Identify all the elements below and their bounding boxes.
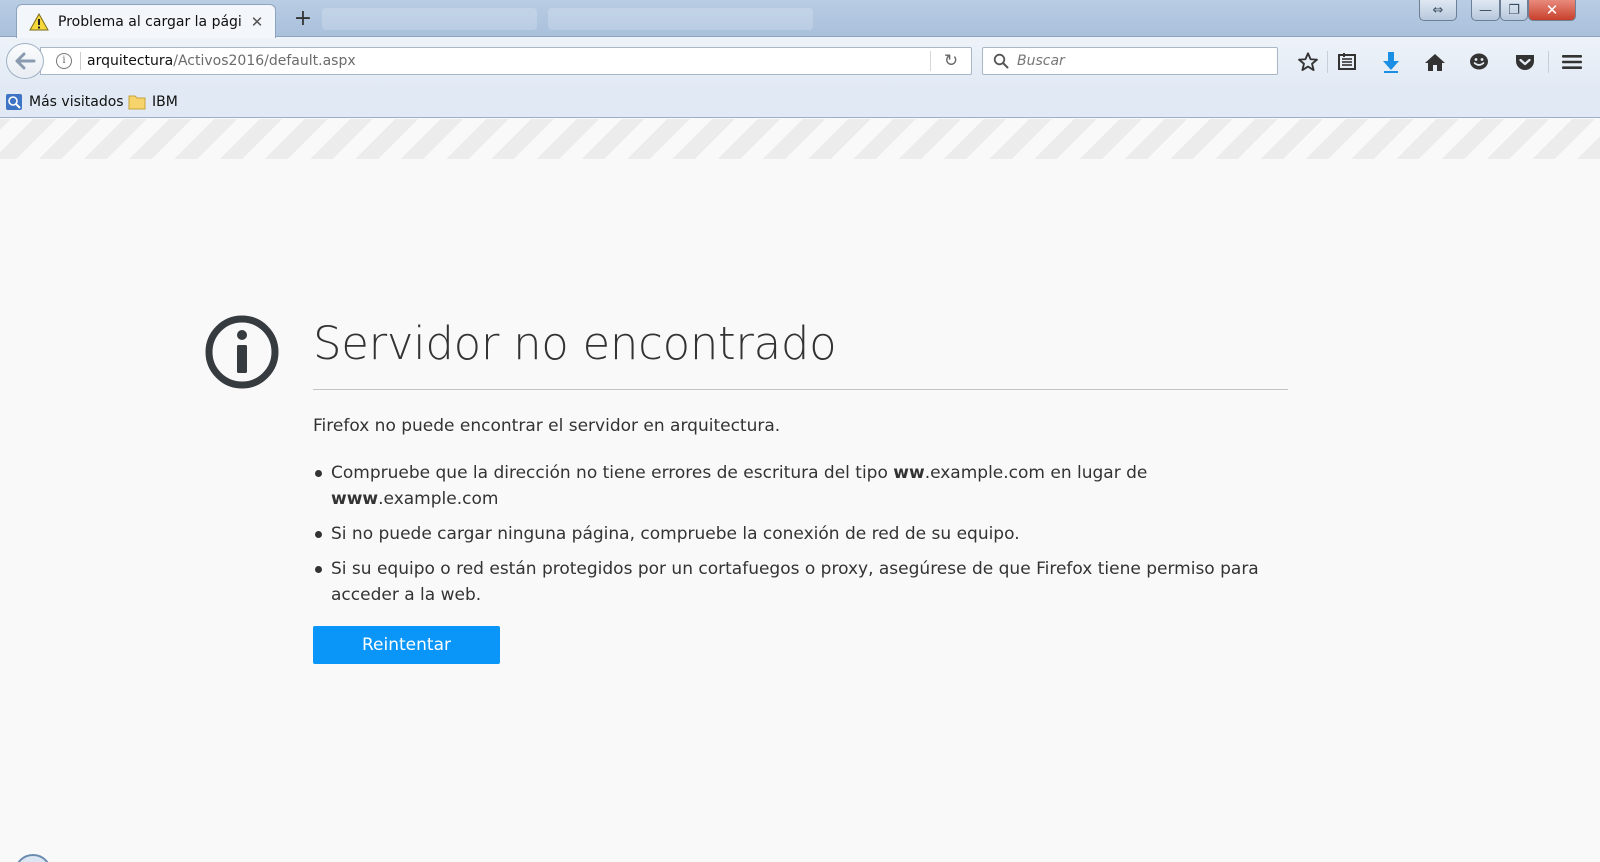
tab-title: Problema al cargar la pági...: [58, 13, 243, 30]
warning-icon: [29, 12, 49, 30]
taskbar-orb[interactable]: [14, 854, 52, 862]
reload-icon[interactable]: ↻: [931, 48, 971, 74]
home-icon: [1425, 54, 1445, 71]
chat-smile-icon: [1470, 53, 1488, 70]
bookmark-label: Más visitados: [29, 94, 124, 110]
close-icon: ✕: [1545, 0, 1559, 19]
resize-icon: ⇔: [1432, 2, 1444, 18]
tab-active[interactable]: Problema al cargar la pági... ✕: [16, 4, 276, 38]
title-bar: Problema al cargar la pági... ✕ + ⇔ — ❐ …: [0, 0, 1600, 38]
close-window-button[interactable]: ✕: [1528, 0, 1576, 21]
toolbar-separator: [1327, 51, 1328, 73]
open-menu-button[interactable]: [1559, 50, 1585, 74]
new-tab-button[interactable]: +: [290, 7, 316, 33]
retry-button[interactable]: Reintentar: [313, 626, 500, 664]
info-circle-icon: [205, 315, 279, 389]
error-description: Firefox no puede encontrar el servidor e…: [313, 416, 781, 436]
error-title: Servidor no encontrado: [313, 317, 837, 370]
site-info-icon[interactable]: i: [56, 53, 72, 69]
download-arrow-icon: [1383, 52, 1399, 73]
search-bar[interactable]: [982, 47, 1278, 75]
url-bar[interactable]: i arquitectura/Activos2016/default.aspx …: [40, 47, 972, 75]
suggestion-item: Si no puede cargar ninguna página, compr…: [313, 521, 1288, 547]
search-icon: [993, 53, 1009, 69]
error-page-stripes: [0, 119, 1600, 159]
bookmark-star-button[interactable]: [1295, 50, 1321, 74]
minimize-button[interactable]: —: [1471, 0, 1500, 21]
url-text[interactable]: arquitectura/Activos2016/default.aspx: [87, 53, 930, 69]
bookmarks-menu-button[interactable]: [1334, 50, 1360, 74]
back-button[interactable]: [6, 43, 44, 79]
pocket-icon: [1516, 55, 1534, 70]
suggestion-list: Compruebe que la dirección no tiene erro…: [313, 460, 1288, 617]
bookmarks-toolbar: Más visitados IBM: [0, 85, 1600, 118]
most-visited-icon: [6, 94, 22, 110]
hamburger-menu-icon: [1562, 55, 1582, 69]
back-arrow-icon: [15, 52, 36, 70]
bookmarks-list-icon: [1338, 53, 1356, 70]
bookmark-folder-ibm[interactable]: IBM: [128, 91, 178, 113]
home-button[interactable]: [1422, 50, 1448, 74]
title-divider: [313, 389, 1288, 390]
folder-icon: [128, 95, 146, 110]
tab-close-icon[interactable]: ✕: [249, 13, 265, 31]
search-input[interactable]: [1017, 53, 1267, 69]
url-separator: [80, 52, 81, 70]
suggestion-item: Compruebe que la dirección no tiene erro…: [313, 460, 1288, 512]
url-path: /Activos2016/default.aspx: [173, 53, 356, 69]
bookmark-label: IBM: [152, 94, 178, 110]
hello-chat-button[interactable]: [1466, 50, 1492, 74]
minimize-icon: —: [1479, 2, 1492, 18]
star-icon: [1298, 52, 1318, 71]
maximize-icon: ❐: [1508, 2, 1520, 18]
suggestion-item: Si su equipo o red están protegidos por …: [313, 556, 1288, 608]
url-host: arquitectura: [87, 53, 174, 69]
pocket-button[interactable]: [1512, 50, 1538, 74]
navigation-toolbar: i arquitectura/Activos2016/default.aspx …: [0, 37, 1600, 85]
restore-size-button[interactable]: ⇔: [1419, 0, 1457, 21]
background-tab[interactable]: [322, 8, 537, 30]
bookmark-most-visited[interactable]: Más visitados: [5, 91, 124, 113]
background-tab[interactable]: [548, 8, 813, 30]
toolbar-separator: [1548, 51, 1549, 73]
downloads-button[interactable]: [1378, 50, 1404, 74]
maximize-button[interactable]: ❐: [1500, 0, 1528, 21]
